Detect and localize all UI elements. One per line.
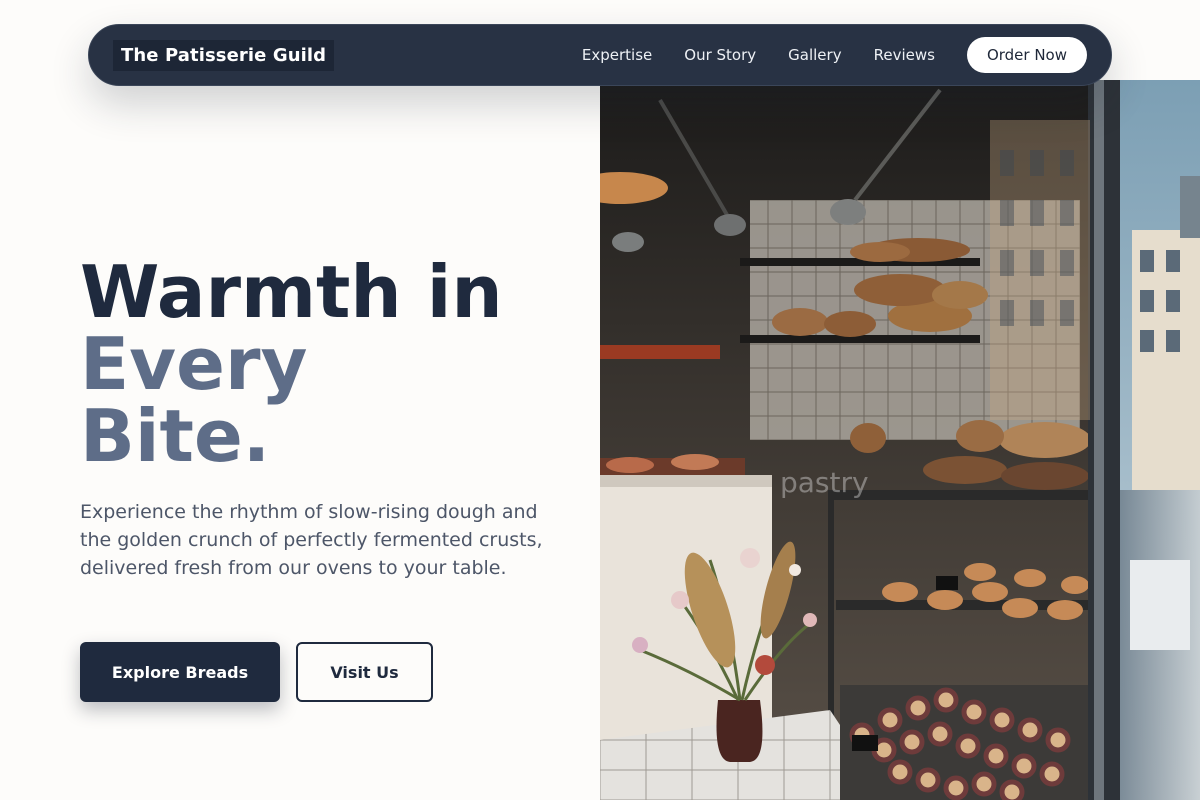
nav-links: Expertise Our Story Gallery Reviews Orde… bbox=[582, 37, 1087, 73]
hero-description: Experience the rhythm of slow-rising dou… bbox=[80, 501, 543, 579]
nav-link-expertise[interactable]: Expertise bbox=[582, 46, 652, 64]
window-lettering: pastry bbox=[780, 466, 869, 499]
hero-title-line-2: Every bbox=[80, 322, 308, 406]
brand-logo[interactable]: The Patisserie Guild bbox=[113, 39, 335, 71]
visit-us-button[interactable]: Visit Us bbox=[296, 642, 433, 702]
top-nav: The Patisserie Guild Expertise Our Story… bbox=[88, 24, 1112, 86]
nav-link-gallery[interactable]: Gallery bbox=[788, 46, 841, 64]
nav-link-reviews[interactable]: Reviews bbox=[874, 46, 935, 64]
order-now-button[interactable]: Order Now bbox=[966, 37, 1087, 73]
hero-title-line-3: Bite. bbox=[80, 394, 271, 478]
nav-link-our-story[interactable]: Our Story bbox=[684, 46, 756, 64]
hero-title-line-1: Warmth in bbox=[80, 250, 503, 334]
bakery-window-photo: pastry bbox=[600, 80, 1200, 800]
hero-title: Warmth in Every Bite. bbox=[80, 256, 503, 472]
explore-breads-button[interactable]: Explore Breads bbox=[80, 642, 280, 702]
